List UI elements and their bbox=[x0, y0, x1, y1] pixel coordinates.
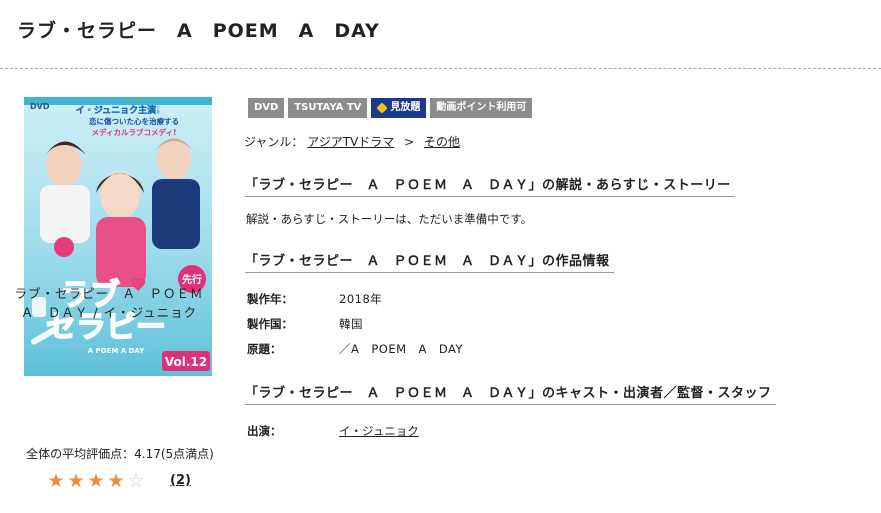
info-row-year: 製作年： 2018年 bbox=[247, 291, 382, 307]
cover-top-text-2: 恋に傷ついた心を治療する bbox=[89, 116, 179, 126]
genre-breadcrumb: ジャンル： アジアTVドラマ > その他 bbox=[244, 133, 460, 150]
cast-link[interactable]: イ・ジュニョク bbox=[339, 424, 419, 438]
badge-mihodai-label: 見放題 bbox=[390, 102, 421, 113]
svg-text:DVD: DVD bbox=[30, 102, 50, 111]
info-value: 2018年 bbox=[339, 292, 383, 306]
cast-heading: 「ラブ・セラピー Ａ ＰＯＥＭ Ａ ＤＡＹ」のキャスト・出演者／監督・スタッフ bbox=[245, 382, 776, 405]
star-icon: ★ bbox=[107, 470, 125, 492]
badge-dvd: DVD bbox=[248, 98, 285, 118]
info-value: ／A POEM A DAY bbox=[339, 342, 464, 356]
genre-separator: > bbox=[404, 135, 415, 149]
review-count: (2) bbox=[170, 473, 191, 488]
cover-top-text-3: メディカルラブコメディ! bbox=[92, 127, 177, 137]
cover-top-text-1: イ・ジュニョク主演! bbox=[76, 104, 160, 116]
star-icon: ★ bbox=[87, 470, 105, 492]
star-icon: ★ bbox=[67, 470, 85, 492]
info-row-country: 製作国： 韓国 bbox=[247, 316, 363, 332]
work-info-heading: 「ラブ・セラピー Ａ ＰＯＥＭ Ａ ＤＡＹ」の作品情報 bbox=[245, 250, 614, 273]
cover-artwork: DVD イ・ジュニョク主演! 恋に傷ついた心を治療する メディカルラブコメディ!… bbox=[24, 97, 212, 371]
star-rating: ★ ★ ★ ★ ☆ bbox=[46, 470, 146, 492]
cast-row: 出演： イ・ジュニョク bbox=[247, 423, 419, 439]
genre-label: ジャンル： bbox=[244, 135, 304, 149]
badge-mihodai: 見放題 bbox=[371, 98, 427, 118]
review-count-link[interactable]: (2) bbox=[170, 473, 191, 488]
star-icon: ★ bbox=[47, 470, 65, 492]
info-row-original-title: 原題： ／A POEM A DAY bbox=[247, 341, 463, 357]
badge-video-points: 動画ポイント利用可 bbox=[430, 98, 533, 118]
genre-link-other[interactable]: その他 bbox=[424, 135, 460, 149]
info-label: 製作年： bbox=[247, 292, 293, 306]
mihodai-icon bbox=[376, 102, 389, 114]
average-rating-text: 全体の平均評価点：4.17(5点満点) bbox=[26, 447, 214, 461]
page-title: ラブ・セラピー A POEM A DAY bbox=[17, 20, 380, 42]
work-info-heading-text: 「ラブ・セラピー Ａ ＰＯＥＭ Ａ ＤＡＹ」の作品情報 bbox=[245, 254, 610, 269]
synopsis-heading: 「ラブ・セラピー Ａ ＰＯＥＭ Ａ ＤＡＹ」の解説・あらすじ・ストーリー bbox=[245, 174, 735, 197]
info-value: 韓国 bbox=[339, 317, 363, 331]
star-empty-icon: ☆ bbox=[127, 470, 145, 492]
info-label: 原題： bbox=[247, 342, 282, 356]
genre-link-asia-tv-drama[interactable]: アジアTVドラマ bbox=[307, 135, 394, 149]
product-title: ラブ・セラピー Ａ ＰＯＥＭ Ａ ＤＡＹ / イ・ジュニョク bbox=[14, 286, 216, 320]
cover-logo-sub: A POEM A DAY bbox=[88, 347, 146, 355]
dvd-cover-image[interactable]: DVD イ・ジュニョク主演! 恋に傷ついた心を治療する メディカルラブコメディ!… bbox=[24, 97, 212, 376]
info-label: 製作国： bbox=[247, 317, 293, 331]
synopsis-heading-text: 「ラブ・セラピー Ａ ＰＯＥＭ Ａ ＤＡＹ」の解説・あらすじ・ストーリー bbox=[245, 178, 731, 193]
cover-volume: Vol.12 bbox=[165, 355, 207, 369]
cast-heading-text: 「ラブ・セラピー Ａ ＰＯＥＭ Ａ ＤＡＹ」のキャスト・出演者／監督・スタッフ bbox=[245, 386, 772, 401]
cast-label: 出演： bbox=[247, 424, 282, 438]
dashed-divider bbox=[0, 68, 881, 69]
synopsis-text: 解説・あらすじ・ストーリーは、ただいま準備中です。 bbox=[246, 212, 533, 226]
badge-tsutaya-tv: TSUTAYA TV bbox=[288, 98, 368, 118]
service-badges: DVD TSUTAYA TV 見放題 動画ポイント利用可 bbox=[248, 98, 533, 118]
